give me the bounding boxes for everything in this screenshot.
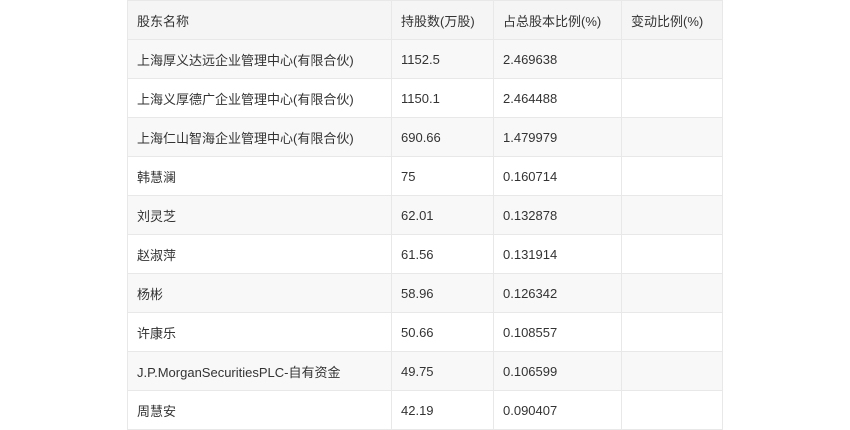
cell-shareholder-name: J.P.MorganSecuritiesPLC-自有资金	[127, 351, 392, 391]
cell-share-ratio: 0.126342	[493, 273, 622, 313]
cell-shares-held: 42.19	[391, 390, 494, 430]
cell-share-ratio: 0.108557	[493, 312, 622, 352]
table-header-row: 股东名称 持股数(万股) 占总股本比例(%) 变动比例(%)	[127, 0, 723, 40]
table-row: 上海仁山智海企业管理中心(有限合伙) 690.66 1.479979	[127, 117, 723, 157]
cell-shareholder-name: 上海仁山智海企业管理中心(有限合伙)	[127, 117, 392, 157]
cell-shares-held: 1150.1	[391, 78, 494, 118]
cell-shareholder-name: 赵淑萍	[127, 234, 392, 274]
table-row: 上海义厚德广企业管理中心(有限合伙) 1150.1 2.464488	[127, 78, 723, 118]
cell-shareholder-name: 上海厚义达远企业管理中心(有限合伙)	[127, 39, 392, 79]
shareholder-table-container: 股东名称 持股数(万股) 占总股本比例(%) 变动比例(%) 上海厚义达远企业管…	[127, 0, 723, 430]
header-shares-held: 持股数(万股)	[391, 0, 494, 40]
cell-share-ratio: 0.132878	[493, 195, 622, 235]
cell-change-ratio	[621, 351, 723, 391]
table-row: 刘灵芝 62.01 0.132878	[127, 195, 723, 235]
cell-change-ratio	[621, 273, 723, 313]
table-row: 许康乐 50.66 0.108557	[127, 312, 723, 352]
cell-share-ratio: 0.160714	[493, 156, 622, 196]
cell-shareholder-name: 周慧安	[127, 390, 392, 430]
cell-share-ratio: 1.479979	[493, 117, 622, 157]
cell-change-ratio	[621, 39, 723, 79]
header-shareholder-name: 股东名称	[127, 0, 392, 40]
cell-shares-held: 50.66	[391, 312, 494, 352]
cell-shareholder-name: 许康乐	[127, 312, 392, 352]
shareholder-table: 股东名称 持股数(万股) 占总股本比例(%) 变动比例(%) 上海厚义达远企业管…	[127, 0, 723, 430]
cell-share-ratio: 0.090407	[493, 390, 622, 430]
cell-change-ratio	[621, 117, 723, 157]
header-change-ratio: 变动比例(%)	[621, 0, 723, 40]
cell-change-ratio	[621, 78, 723, 118]
cell-change-ratio	[621, 390, 723, 430]
table-row: 韩慧澜 75 0.160714	[127, 156, 723, 196]
cell-shares-held: 49.75	[391, 351, 494, 391]
cell-change-ratio	[621, 156, 723, 196]
cell-change-ratio	[621, 312, 723, 352]
table-row: 赵淑萍 61.56 0.131914	[127, 234, 723, 274]
cell-shares-held: 58.96	[391, 273, 494, 313]
cell-shareholder-name: 上海义厚德广企业管理中心(有限合伙)	[127, 78, 392, 118]
cell-shares-held: 61.56	[391, 234, 494, 274]
table-row: 杨彬 58.96 0.126342	[127, 273, 723, 313]
table-row: J.P.MorganSecuritiesPLC-自有资金 49.75 0.106…	[127, 351, 723, 391]
cell-change-ratio	[621, 234, 723, 274]
cell-share-ratio: 2.464488	[493, 78, 622, 118]
cell-shares-held: 690.66	[391, 117, 494, 157]
cell-change-ratio	[621, 195, 723, 235]
cell-share-ratio: 0.106599	[493, 351, 622, 391]
cell-shares-held: 62.01	[391, 195, 494, 235]
header-share-ratio: 占总股本比例(%)	[493, 0, 622, 40]
table-row: 上海厚义达远企业管理中心(有限合伙) 1152.5 2.469638	[127, 39, 723, 79]
cell-shares-held: 75	[391, 156, 494, 196]
cell-shares-held: 1152.5	[391, 39, 494, 79]
cell-share-ratio: 2.469638	[493, 39, 622, 79]
table-row: 周慧安 42.19 0.090407	[127, 390, 723, 430]
cell-shareholder-name: 刘灵芝	[127, 195, 392, 235]
cell-shareholder-name: 韩慧澜	[127, 156, 392, 196]
cell-shareholder-name: 杨彬	[127, 273, 392, 313]
cell-share-ratio: 0.131914	[493, 234, 622, 274]
